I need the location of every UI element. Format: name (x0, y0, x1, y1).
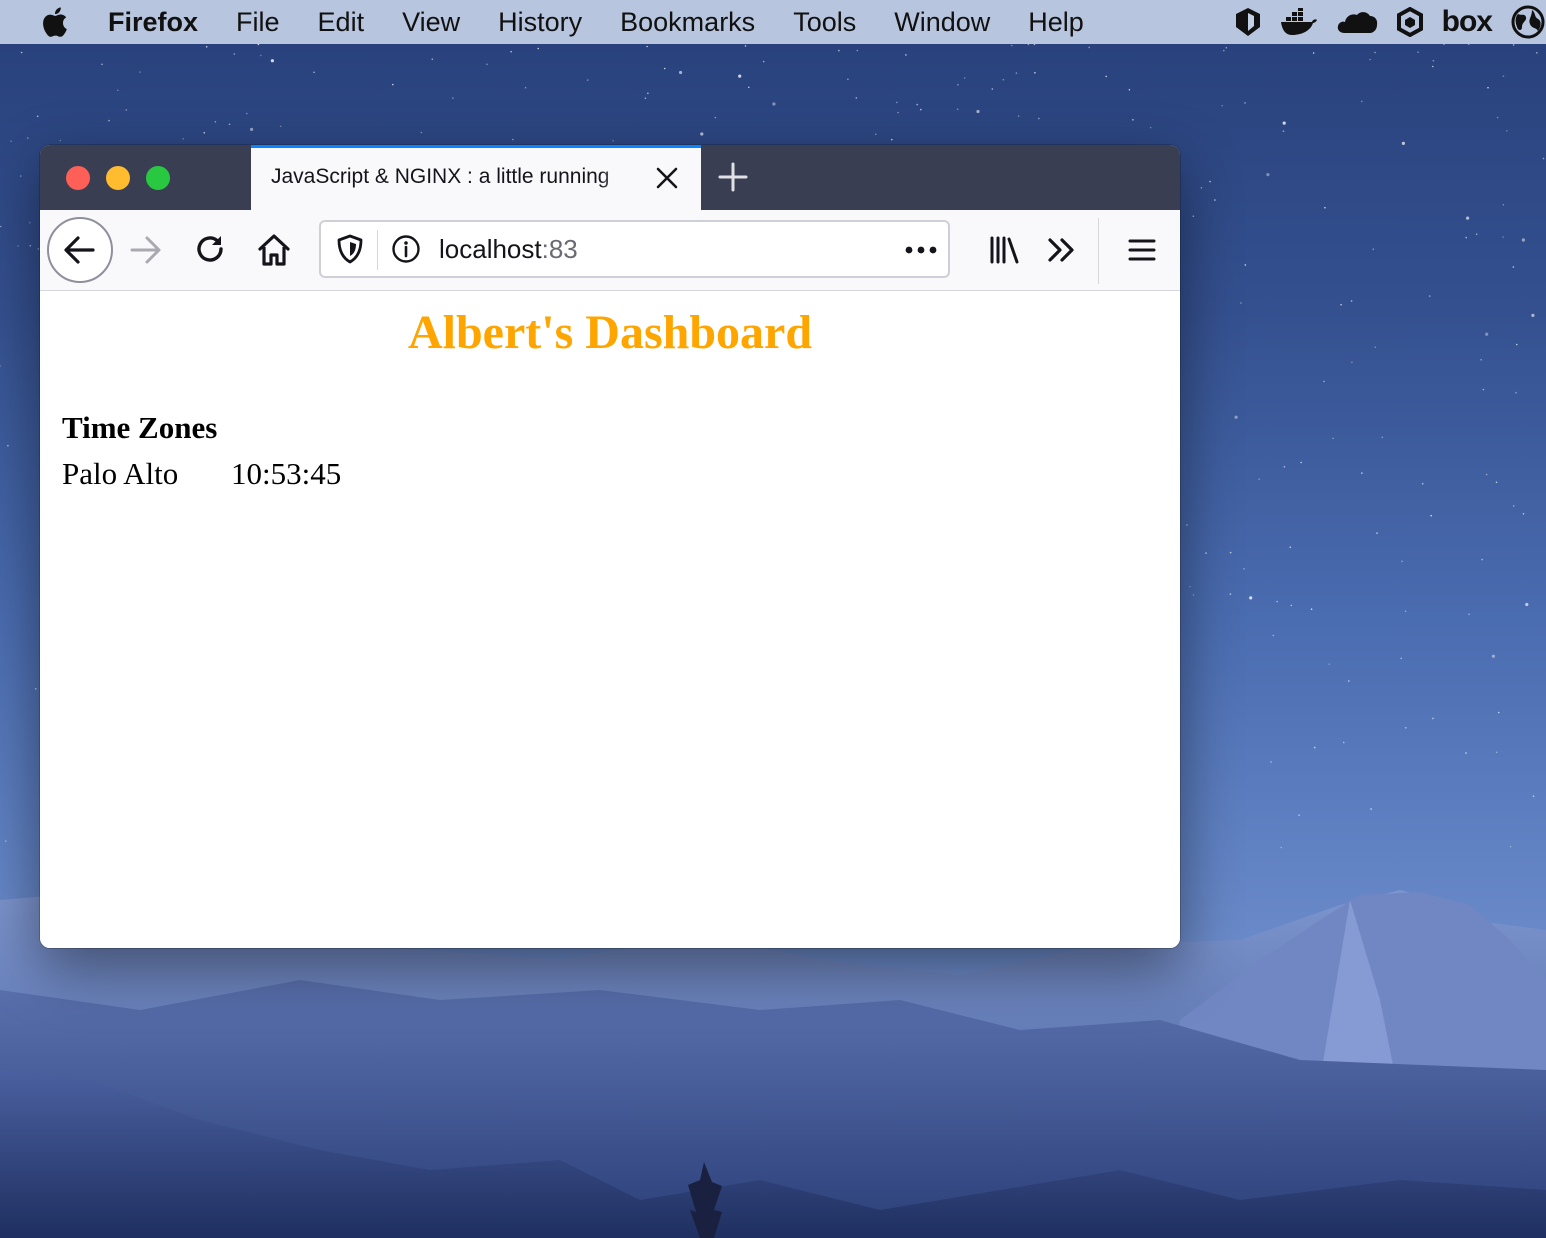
menu-file[interactable]: File (236, 7, 280, 38)
page-title: Albert's Dashboard (407, 306, 813, 359)
timezone-time: 10:53:45 (231, 456, 342, 491)
menu-app-firefox[interactable]: Firefox (108, 7, 198, 38)
overflow-button[interactable] (1030, 218, 1094, 282)
url-host: localhost (439, 234, 542, 264)
site-info-icon[interactable] (391, 234, 421, 269)
hexagon-app-icon[interactable] (1396, 5, 1424, 39)
hamburger-menu-icon (1128, 239, 1156, 261)
home-button[interactable] (242, 218, 306, 282)
menu-edit[interactable]: Edit (318, 7, 365, 38)
library-button[interactable] (972, 218, 1036, 282)
library-icon (990, 236, 1019, 264)
menu-history[interactable]: History (498, 7, 582, 38)
tab-active[interactable]: JavaScript & NGINX : a little running (251, 145, 701, 210)
tracking-protection-shield-icon[interactable] (335, 234, 365, 269)
new-tab-icon[interactable] (716, 160, 750, 194)
window-maximize-button[interactable] (146, 166, 170, 190)
toolbar-separator (1098, 218, 1099, 284)
forward-arrow-icon (130, 236, 161, 264)
firefox-window: JavaScript & NGINX : a little running lo… (40, 145, 1180, 948)
reload-button[interactable] (178, 218, 242, 282)
app-menu-button[interactable] (1110, 218, 1174, 282)
menu-window[interactable]: Window (894, 7, 990, 38)
url-bar[interactable]: localhost:83 (319, 220, 950, 278)
url-text[interactable]: localhost:83 (439, 234, 578, 265)
onedrive-icon[interactable] (1336, 5, 1378, 39)
bitwarden-icon[interactable] (1234, 5, 1262, 39)
timezone-city: Palo Alto (62, 456, 179, 491)
docker-icon[interactable] (1280, 5, 1318, 39)
window-minimize-button[interactable] (106, 166, 130, 190)
tab-close-icon[interactable] (653, 164, 681, 192)
tab-title: JavaScript & NGINX : a little running (271, 165, 610, 188)
apple-menu-icon[interactable] (40, 5, 70, 39)
menu-view[interactable]: View (402, 7, 460, 38)
menu-extras: box (1234, 0, 1546, 44)
back-button[interactable] (47, 217, 113, 283)
box-icon[interactable]: box (1442, 5, 1493, 39)
tab-strip: JavaScript & NGINX : a little running (40, 145, 1180, 210)
menu-tools[interactable]: Tools (793, 7, 856, 38)
navigation-toolbar: localhost:83 (40, 210, 1180, 291)
macos-menu-bar: Firefox File Edit View History Bookmarks… (0, 0, 1546, 44)
window-close-button[interactable] (66, 166, 90, 190)
page-actions-menu-icon[interactable] (904, 240, 938, 265)
url-port: :83 (541, 234, 578, 264)
page-content: Albert's Dashboard Time Zones Palo Alto … (40, 291, 1180, 948)
home-icon (258, 234, 290, 266)
back-arrow-icon (64, 236, 95, 264)
url-divider (377, 230, 378, 270)
double-chevron-right-icon (1048, 238, 1074, 262)
forward-button[interactable] (114, 218, 178, 282)
timezone-row: Palo Alto 10:53:45 (62, 456, 341, 492)
menu-help[interactable]: Help (1028, 7, 1084, 38)
globe-icon[interactable] (1510, 5, 1546, 39)
reload-icon (197, 236, 223, 262)
menu-bookmarks[interactable]: Bookmarks (620, 7, 755, 38)
time-zones-heading: Time Zones (62, 410, 218, 445)
